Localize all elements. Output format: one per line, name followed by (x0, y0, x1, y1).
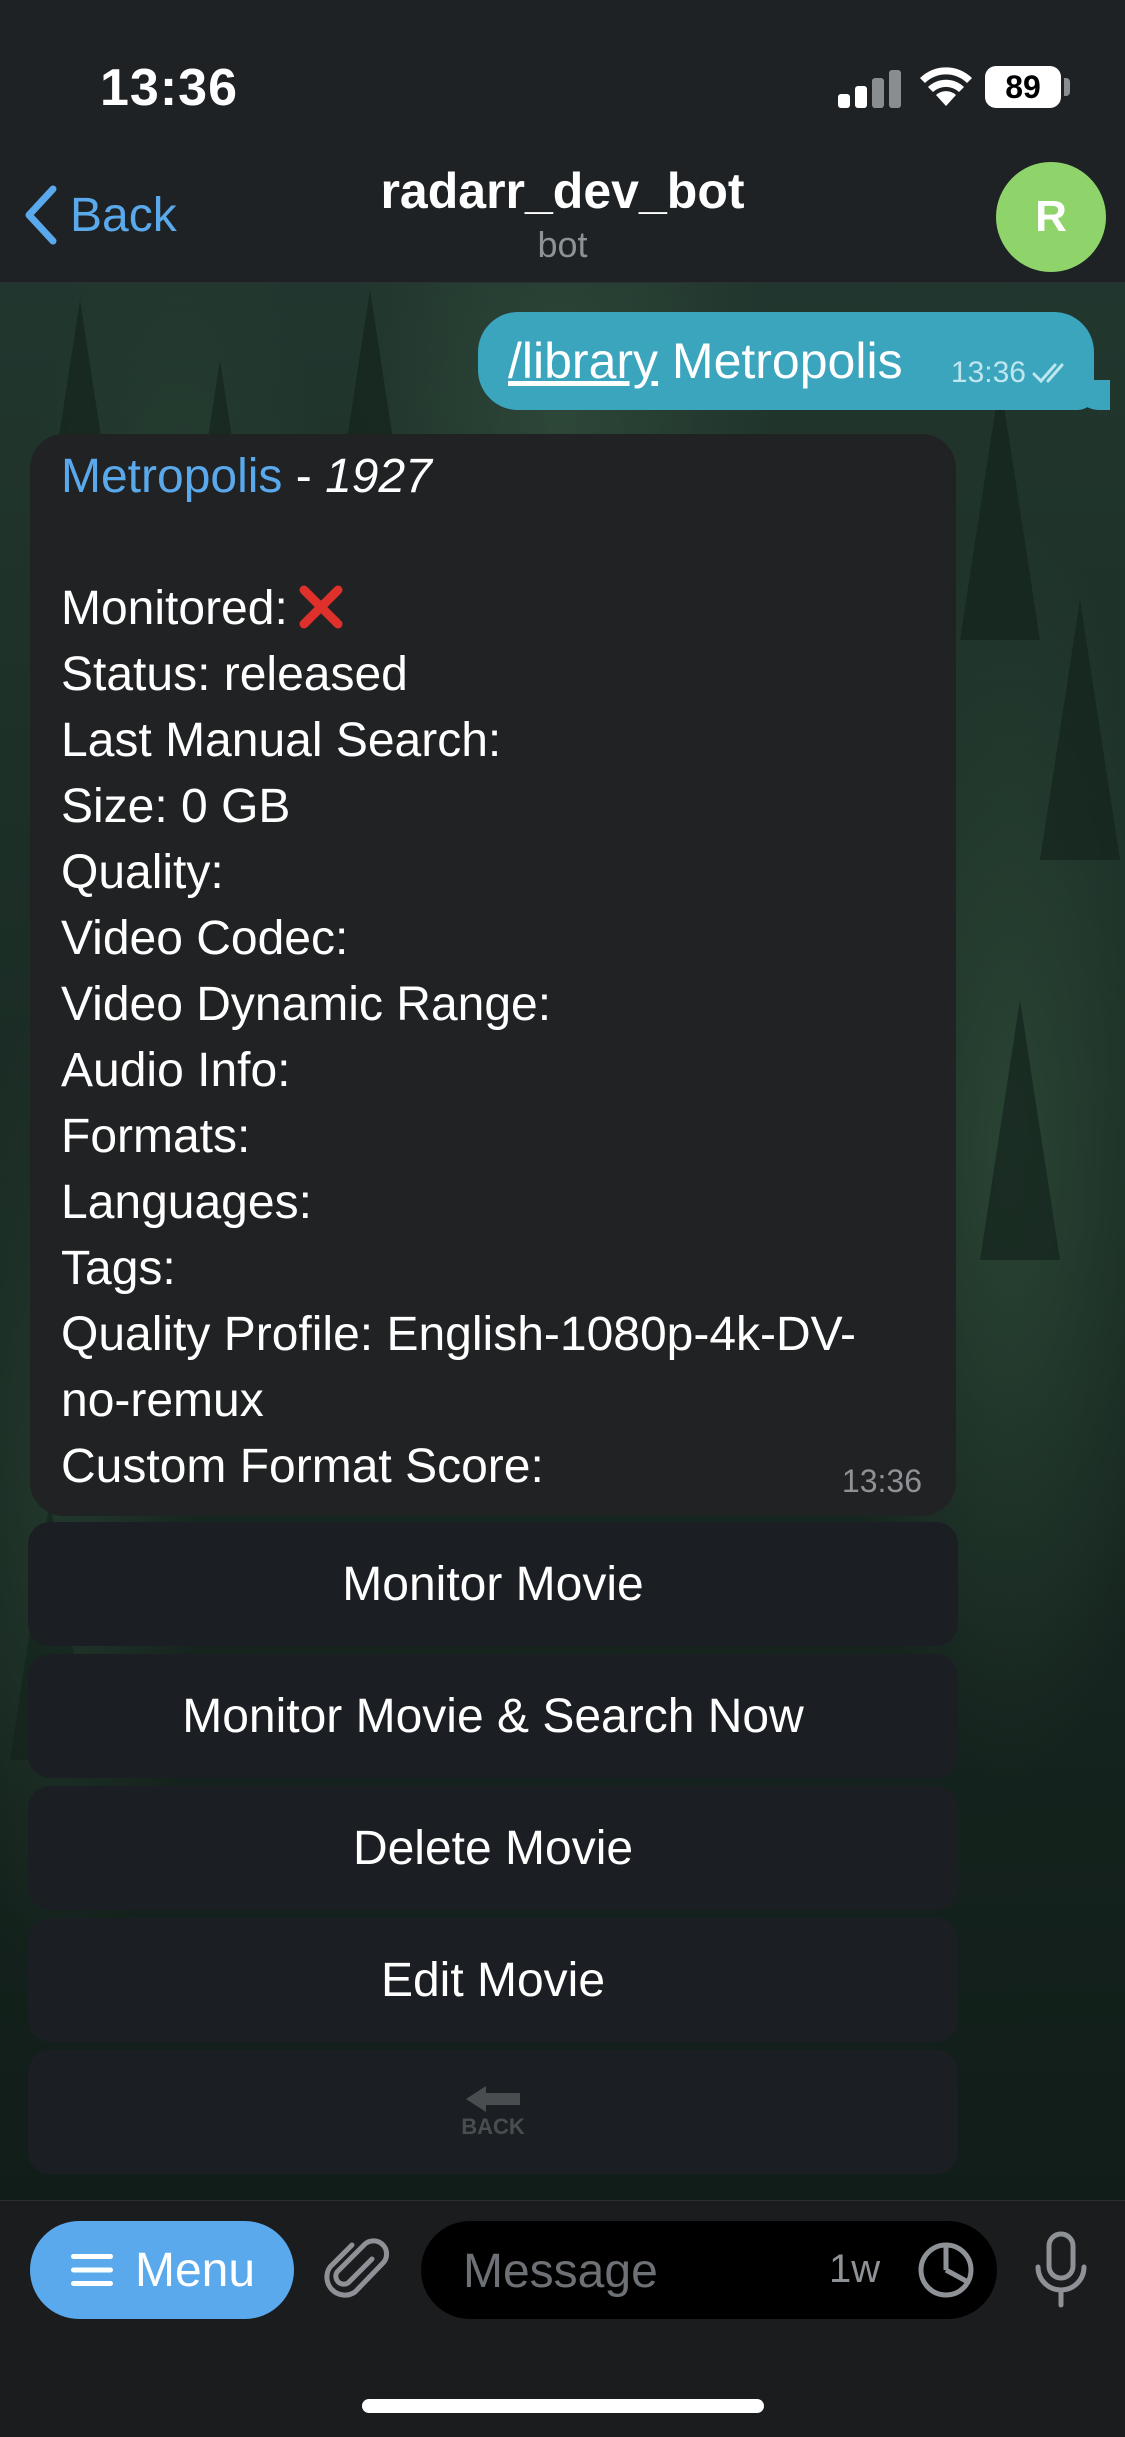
field-audio-info: Audio Info: (61, 1044, 291, 1097)
microphone-icon[interactable] (1032, 2231, 1090, 2309)
title-separator: - (282, 450, 326, 503)
cellular-signal-icon (838, 68, 902, 108)
menu-label: Menu (134, 2243, 256, 2297)
home-indicator[interactable] (362, 2399, 764, 2413)
status-time: 13:36 (100, 59, 238, 117)
back-arrow-icon (466, 2086, 520, 2112)
wifi-icon (920, 67, 972, 106)
menu-button[interactable]: Menu (30, 2221, 294, 2319)
field-quality-profile-continued: no-remux (61, 1374, 264, 1427)
incoming-message[interactable]: Metropolis - 1927 Monitored: Status: rel… (30, 434, 956, 1516)
auto-delete-timer-label[interactable]: 1w (829, 2247, 880, 2292)
field-quality: Quality: (61, 846, 224, 899)
movie-link[interactable]: Metropolis (61, 450, 282, 503)
field-video-dynamic-range: Video Dynamic Range: (61, 978, 552, 1031)
monitor-movie-button[interactable]: Monitor Movie (28, 1522, 958, 1646)
edit-movie-button[interactable]: Edit Movie (28, 1918, 958, 2042)
field-formats: Formats: (61, 1110, 251, 1163)
chat-header: Back radarr_dev_bot bot R (0, 150, 1125, 283)
movie-year: 1927 (325, 450, 432, 503)
double-check-icon (1032, 363, 1064, 384)
incoming-message-body: Metropolis - 1927 Monitored: Status: rel… (61, 444, 856, 1500)
avatar[interactable]: R (996, 162, 1106, 272)
auto-delete-timer-icon[interactable] (915, 2239, 977, 2301)
delete-movie-button[interactable]: Delete Movie (28, 1786, 958, 1910)
keyboard-back-button[interactable]: BACK (28, 2050, 958, 2174)
outgoing-message-body: Metropolis (658, 333, 903, 389)
field-monitored: Monitored: (61, 576, 856, 642)
attachment-icon[interactable] (322, 2237, 392, 2307)
status-bar: 13:36 89 (0, 0, 1125, 150)
chat-subtitle: bot (537, 224, 588, 265)
battery-icon: 89 (985, 66, 1061, 108)
outgoing-message-meta: 13:36 (951, 356, 1076, 390)
bot-command-link[interactable]: /library (508, 333, 658, 389)
keyboard-back-label: BACK (461, 2114, 525, 2139)
message-input[interactable] (461, 2221, 825, 2321)
incoming-message-time: 13:36 (841, 1463, 922, 1499)
outgoing-message-time: 13:36 (950, 356, 1026, 389)
field-custom-format-score: Custom Format Score: (61, 1440, 544, 1493)
movie-title-row: Metropolis - 1927 (61, 444, 856, 510)
outgoing-message[interactable]: /library Metropolis 13:36 (478, 312, 1094, 410)
field-last-manual-search: Last Manual Search: (61, 714, 502, 767)
outgoing-message-text: /library Metropolis (508, 332, 903, 390)
field-video-codec: Video Codec: (61, 912, 349, 965)
battery-cap (1064, 78, 1070, 96)
field-size: Size: 0 GB (61, 780, 291, 833)
field-languages: Languages: (61, 1176, 312, 1229)
field-monitored-label: Monitored: (61, 582, 288, 635)
monitor-and-search-button[interactable]: Monitor Movie & Search Now (28, 1654, 958, 1778)
cross-mark-icon (299, 585, 343, 629)
chat-title[interactable]: radarr_dev_bot (0, 162, 1125, 220)
hamburger-icon (70, 2254, 113, 2286)
field-quality-profile: Quality Profile: English-1080p-4k-DV- (61, 1308, 857, 1361)
field-tags: Tags: (61, 1242, 176, 1295)
message-field[interactable]: 1w (421, 2221, 997, 2321)
field-status: Status: released (61, 648, 408, 701)
